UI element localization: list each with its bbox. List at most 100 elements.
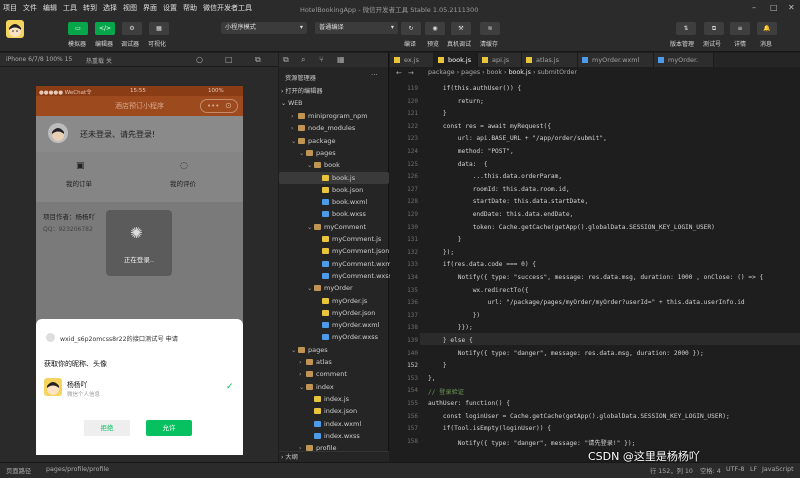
device-select[interactable]: iPhone 6/7/8 100% 15 [6, 56, 72, 63]
breadcrumb-item[interactable]: book.js [509, 69, 531, 76]
menu-item[interactable]: 编辑 [40, 3, 60, 13]
editor-tab[interactable]: atlas.js [522, 53, 578, 67]
debugger-button[interactable]: ⚙ [122, 22, 142, 35]
file-tree-item[interactable]: › atlas [279, 356, 389, 368]
breadcrumb-item[interactable]: package [428, 69, 455, 76]
file-tree-item[interactable]: ⌄ pages [279, 344, 389, 356]
file-tree-item[interactable]: myOrder.wxml [279, 319, 389, 331]
file-tree-item[interactable]: book.wxml [279, 196, 389, 208]
version-button[interactable]: ⇅ [676, 22, 696, 35]
mode-select[interactable]: 小程序模式 ▾ [221, 22, 307, 34]
breadcrumb-item[interactable]: submitOrder [537, 69, 577, 76]
file-tree-item[interactable]: myComment.wxss [279, 270, 392, 282]
menu-item[interactable]: 项目 [0, 3, 20, 13]
file-tree-item[interactable]: ⌄ myOrder [279, 282, 389, 294]
file-tree-item[interactable]: book.js [279, 171, 389, 184]
menu-item[interactable]: 视图 [120, 3, 140, 13]
stop-icon[interactable]: □ [225, 55, 233, 64]
login-banner[interactable]: 还未登录、请先登录! [36, 116, 243, 152]
menu-item[interactable]: 选择 [100, 3, 120, 13]
reject-button[interactable]: 拒绝 [84, 420, 130, 436]
editor-tab[interactable]: book.js [434, 53, 478, 67]
encoding[interactable]: UTF-8 [726, 466, 744, 473]
back-arrow-icon[interactable]: ← [396, 67, 402, 79]
file-tree-item[interactable]: index.json [279, 405, 389, 417]
menu-item[interactable]: 工具 [60, 3, 80, 13]
check-icon[interactable]: ✓ [226, 382, 234, 392]
file-tree-item[interactable]: ⌄ index [279, 381, 389, 393]
menu-item[interactable]: 界面 [140, 3, 160, 13]
simulator-button[interactable]: ▭ [68, 22, 88, 35]
file-tree-item[interactable]: › comment [279, 368, 389, 380]
editor-tab[interactable]: api.js [478, 53, 522, 67]
workspace-header[interactable]: ⌄ WEB [279, 98, 389, 110]
breadcrumb-item[interactable]: book [487, 69, 502, 76]
more-icon[interactable]: ··· [371, 71, 378, 79]
more-icon[interactable]: ••• [207, 102, 219, 110]
file-tree-item[interactable]: › node_modules [279, 122, 389, 134]
breadcrumb-item[interactable]: pages [461, 69, 480, 76]
menu-item[interactable]: 转到 [80, 3, 100, 13]
messages-button[interactable]: 🔔 [757, 22, 777, 35]
editor-tab[interactable]: ex.js [390, 53, 434, 67]
my-orders-link[interactable]: 我的订单 [66, 178, 92, 188]
visual-button[interactable]: ▦ [149, 22, 169, 35]
file-tree-item[interactable]: myComment.js [279, 233, 389, 245]
language-mode[interactable]: JavaScript [762, 466, 794, 473]
outline-header[interactable]: › 大纲 [279, 451, 389, 462]
allow-button[interactable]: 允许 [146, 420, 192, 436]
file-tree-item[interactable]: book.json [279, 184, 389, 196]
search-icon[interactable]: ⌕ [301, 55, 305, 65]
file-tree-item[interactable]: myComment.json [279, 245, 389, 257]
capsule-button[interactable]: ••• ⊙ [200, 99, 238, 113]
hotreload-toggle[interactable]: 热重载 关 [86, 56, 112, 65]
minimize-icon[interactable]: – [752, 3, 756, 12]
menu-item[interactable]: 设置 [160, 3, 180, 13]
menu-item[interactable]: 帮助 [180, 3, 200, 13]
calendar-icon[interactable]: ▣ [76, 161, 85, 171]
indent-setting[interactable]: 空格: 4 [700, 466, 721, 475]
file-tree-item[interactable]: index.wxss [279, 430, 389, 442]
clear-cache-button[interactable]: ≋ [480, 22, 500, 35]
branch-icon[interactable]: ⑂ [319, 55, 324, 64]
compile-button[interactable]: ↻ [401, 22, 421, 35]
details-button[interactable]: ≡ [730, 22, 750, 35]
editor-button[interactable]: </> [95, 22, 115, 35]
eol[interactable]: LF [750, 466, 757, 473]
file-tree-item[interactable]: book.wxss [279, 208, 389, 220]
test-button[interactable]: ⧉ [704, 22, 724, 35]
open-editors-header[interactable]: › 打开的编辑器 [279, 86, 389, 98]
editor-tab[interactable]: myOrder. [654, 53, 714, 67]
code-area[interactable]: 119 if(this.authUser()) {120 return; 121 … [390, 80, 800, 462]
files-icon[interactable]: ⧉ [283, 55, 289, 65]
my-reviews-link[interactable]: 我的评价 [170, 178, 196, 188]
comment-icon[interactable]: ◌ [180, 161, 188, 171]
record-icon[interactable]: ○ [196, 55, 203, 64]
menu-item[interactable]: 文件 [20, 3, 40, 13]
editor-tab[interactable]: myOrder.wxml [578, 53, 654, 67]
file-tree-item[interactable]: ⌄ myComment [279, 221, 389, 233]
file-tree-item[interactable]: index.js [279, 393, 389, 405]
file-tree-item[interactable]: myOrder.wxss [279, 331, 389, 343]
extensions-icon[interactable]: ▦ [337, 55, 345, 64]
close-circle-icon[interactable]: ⊙ [225, 101, 232, 110]
avatar[interactable] [6, 20, 24, 38]
file-tree-item[interactable]: ⌄ package [279, 135, 389, 147]
maximize-icon[interactable]: □ [770, 3, 778, 12]
file-tree-item[interactable]: myComment.wxml [279, 258, 393, 270]
compile-select[interactable]: 普通编译 ▾ [315, 22, 398, 34]
file-tree-item[interactable]: ⌄ pages [279, 147, 389, 159]
cursor-position[interactable]: 行 152，列 10 [650, 466, 693, 475]
window-icon[interactable]: ⧉ [255, 55, 261, 65]
close-icon[interactable]: ✕ [788, 3, 795, 12]
file-tree-item[interactable]: › miniprogram_npm [279, 110, 389, 122]
menu-item[interactable]: 微信开发者工具 [200, 3, 255, 13]
page-path[interactable]: pages/profile/profile [46, 466, 109, 473]
file-tree-item[interactable]: myOrder.js [279, 295, 389, 307]
real-debug-button[interactable]: ⚒ [451, 22, 471, 35]
file-tree-item[interactable]: index.wxml [279, 418, 389, 430]
file-tree-item[interactable]: ⌄ book [279, 159, 389, 171]
preview-button[interactable]: ◉ [425, 22, 445, 35]
forward-arrow-icon[interactable]: → [408, 67, 414, 79]
file-tree-item[interactable]: myOrder.json [279, 307, 389, 319]
